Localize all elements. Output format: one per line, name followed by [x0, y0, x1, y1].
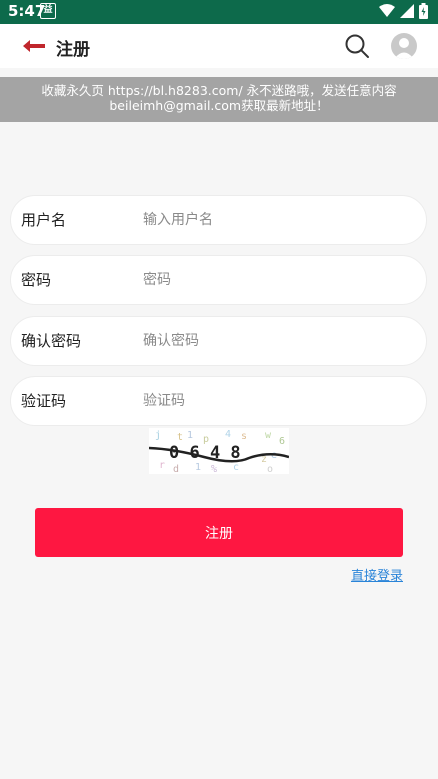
confirm-password-row: 确认密码 — [10, 316, 427, 366]
status-bar: 5:47 益 — [0, 0, 438, 24]
search-icon[interactable] — [344, 33, 370, 59]
svg-text:1: 1 — [195, 462, 201, 473]
captcha-input[interactable] — [143, 389, 413, 413]
password-label: 密码 — [21, 271, 52, 289]
wifi-icon — [379, 4, 395, 17]
username-input[interactable] — [143, 208, 413, 232]
svg-text:w: w — [265, 430, 272, 441]
notification-icon: 益 — [40, 3, 56, 19]
password-input[interactable] — [143, 268, 413, 292]
user-avatar-icon[interactable] — [391, 33, 417, 59]
confirm-password-label: 确认密码 — [21, 332, 82, 350]
arrow-left-icon[interactable] — [20, 34, 48, 58]
page-title: 注册 — [56, 40, 90, 60]
app-bar: 注册 — [0, 24, 438, 68]
svg-text:%: % — [211, 464, 217, 474]
svg-text:r: r — [159, 460, 165, 471]
svg-text:t: t — [177, 432, 183, 443]
notice-line-2: beileimh@gmail.com获取最新地址！ — [109, 98, 329, 113]
signal-icon — [400, 4, 414, 18]
svg-text:c: c — [233, 462, 239, 473]
username-label: 用户名 — [21, 211, 67, 229]
svg-text:1: 1 — [187, 430, 193, 441]
svg-text:d: d — [173, 464, 179, 474]
svg-text:6: 6 — [279, 436, 285, 447]
notice-line-1: 收藏永久页 https://bl.h8283.com/ 永不迷路哦，发送任意内容 — [41, 83, 397, 98]
direct-login-link[interactable]: 直接登录 — [351, 565, 403, 584]
register-button[interactable]: 注册 — [35, 508, 403, 557]
status-icons — [379, 3, 428, 19]
confirm-password-input[interactable] — [143, 329, 413, 353]
svg-text:4: 4 — [225, 429, 231, 440]
svg-text:s: s — [241, 431, 247, 442]
battery-icon — [419, 3, 428, 19]
captcha-image[interactable]: j t 1 p 4 s w 6 r d 1 % c z e o 0 6 4 8 — [149, 428, 289, 474]
captcha-label: 验证码 — [21, 392, 67, 410]
captcha-row: 验证码 — [10, 376, 427, 426]
svg-text:j: j — [155, 430, 161, 441]
username-row: 用户名 — [10, 195, 427, 245]
notice-banner: 收藏永久页 https://bl.h8283.com/ 永不迷路哦，发送任意内容… — [0, 77, 438, 122]
svg-text:o: o — [267, 464, 273, 474]
password-row: 密码 — [10, 255, 427, 305]
